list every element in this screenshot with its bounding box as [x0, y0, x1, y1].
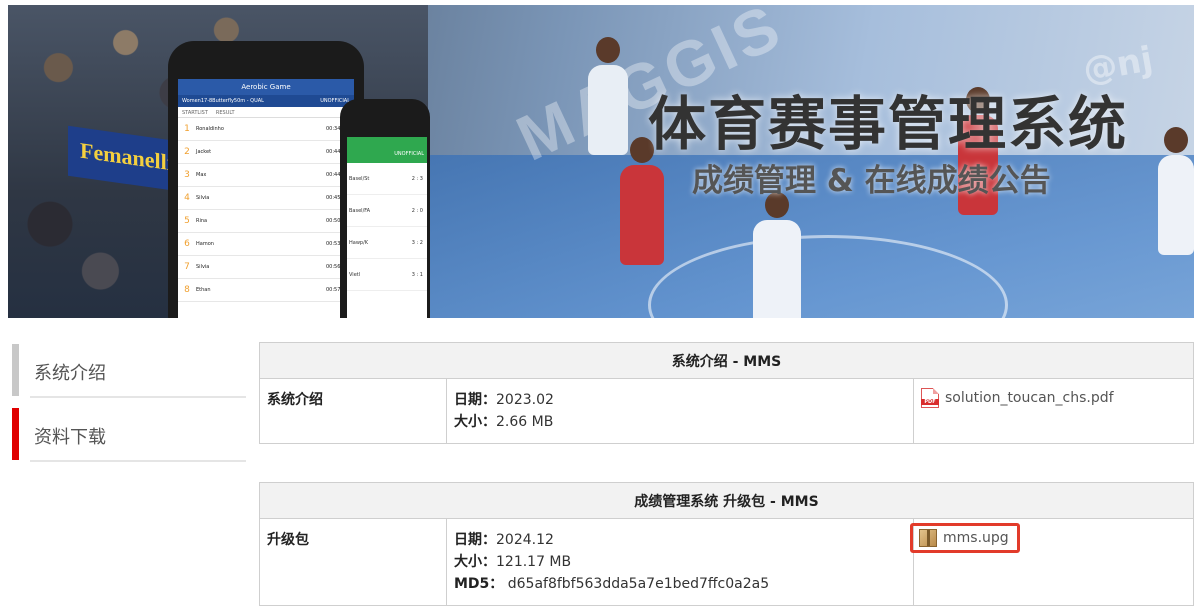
- sidebar-item-downloads[interactable]: 资料下载: [12, 408, 246, 462]
- sidebar-item-label: 系统介绍: [34, 363, 106, 384]
- app-score-list: Basel/St 2 : 3 Basel/FA 2 : 0 Hawp/K 3 : 2 Vie…: [347, 163, 427, 291]
- app-rank: 5: [184, 216, 190, 226]
- app-team-name: Vietl: [349, 271, 361, 278]
- app-athlete-name: Ethan: [196, 287, 211, 293]
- pdf-file-icon: [921, 388, 939, 408]
- file-cell: mms.upg: [910, 518, 1194, 606]
- app-rank: 6: [184, 239, 190, 249]
- hero-banner: MAGGIS @nj Femanelli Aerobic Game Women1…: [8, 5, 1194, 318]
- app-result-row: 7 Silvia 00:56.51: [178, 256, 354, 279]
- phone-screen: UNOFFICIAL Basel/St 2 : 3 Basel/FA 2 : 0 Haw…: [347, 137, 427, 318]
- app-score: 2 : 3: [411, 175, 423, 182]
- app-result-row: 6 Hamon 00:53.56: [178, 233, 354, 256]
- app-rank: 1: [184, 124, 190, 134]
- player-figure: [1158, 127, 1194, 255]
- app-rank: 8: [184, 285, 190, 295]
- app-rank: 4: [184, 193, 190, 203]
- app-result-row: 2 Jacket 00:44.10: [178, 141, 354, 164]
- date-label: 日期：: [454, 392, 496, 408]
- app-score-row: Hawp/K 3 : 2: [347, 227, 427, 259]
- app-result-row: 4 Silvia 00:45.60: [178, 187, 354, 210]
- app-team-name: Basel/St: [349, 175, 370, 182]
- app-score-row: Basel/St 2 : 3: [347, 163, 427, 195]
- sidebar-item-intro[interactable]: 系统介绍: [12, 344, 246, 398]
- app-event-bar: Women17-8Butterfly50m - QUAL UNOFFICIAL: [178, 95, 354, 107]
- table-row: 系统介绍 日期：2023.02 大小：2.66 MB solution_touc…: [259, 378, 1194, 444]
- app-result-row: 3 Max 00:44.98: [178, 164, 354, 187]
- date-label: 日期：: [454, 532, 496, 548]
- file-info: 日期：2023.02 大小：2.66 MB: [446, 378, 914, 444]
- row-label: 升级包: [259, 518, 447, 606]
- download-table-upgrade: 成绩管理系统 升级包 - MMS 升级包 日期：2024.12 大小：121.1…: [259, 482, 1194, 606]
- size-label: 大小：: [454, 554, 496, 570]
- app-athlete-name: Jacket: [196, 149, 212, 155]
- app-tab-result: RESULT: [215, 110, 235, 116]
- sidebar-item-label: 资料下载: [34, 427, 106, 448]
- size-label: 大小：: [454, 414, 496, 430]
- app-athlete-name: Silvia: [196, 264, 210, 270]
- date-value: 2023.02: [496, 392, 554, 408]
- file-info: 日期：2024.12 大小：121.17 MB MD5： d65af8fbf56…: [446, 518, 914, 606]
- file-cell: solution_toucan_chs.pdf: [913, 378, 1194, 444]
- phone-mockup-scores: UNOFFICIAL Basel/St 2 : 3 Basel/FA 2 : 0 Haw…: [340, 99, 430, 318]
- banner-title: 体育赛事管理系统: [648, 90, 1129, 158]
- app-score-row: Vietl 3 : 1: [347, 259, 427, 291]
- date-value: 2024.12: [496, 532, 554, 548]
- md5-value: d65af8fbf563dda5a7e1bed7ffc0a2a5: [507, 576, 770, 592]
- file-name: solution_toucan_chs.pdf: [945, 390, 1114, 406]
- app-score: 3 : 2: [411, 239, 423, 246]
- player-figure: [588, 37, 628, 155]
- size-value: 121.17 MB: [496, 554, 572, 570]
- app-score: 2 : 0: [411, 207, 423, 214]
- file-name: mms.upg: [943, 530, 1009, 546]
- app-score: 3 : 1: [411, 271, 423, 278]
- app-rank: 2: [184, 147, 190, 157]
- player-figure: [753, 192, 801, 318]
- divider: [30, 396, 246, 398]
- table-header: 成绩管理系统 升级包 - MMS: [259, 482, 1194, 519]
- table-header: 系统介绍 - MMS: [259, 342, 1194, 379]
- app-event-name: Women17-8Butterfly50m - QUAL: [182, 98, 264, 104]
- app-result-row: 5 Rina 00:50.60: [178, 210, 354, 233]
- app-athlete-name: Hamon: [196, 241, 214, 247]
- app-tabs: STARTLIST RESULT: [178, 107, 354, 118]
- app-score-row: Basel/FA 2 : 0: [347, 195, 427, 227]
- banner-subtitle: 成绩管理 & 在线成绩公告: [692, 163, 1051, 199]
- sidebar-indicator-active: [12, 408, 19, 460]
- app-athlete-name: Max: [196, 172, 207, 178]
- app-green-bar: UNOFFICIAL: [347, 137, 427, 163]
- app-athlete-name: Silvia: [196, 195, 210, 201]
- table-row: 升级包 日期：2024.12 大小：121.17 MB MD5： d65af8f…: [259, 518, 1194, 606]
- phone-screen: Aerobic Game Women17-8Butterfly50m - QUA…: [178, 79, 354, 318]
- app-result-row: 8 Ethan 00:57.86: [178, 279, 354, 302]
- package-file-icon: [919, 529, 937, 547]
- app-athlete-name: Ronaldinho: [196, 126, 224, 132]
- app-team-name: Hawp/K: [349, 239, 369, 246]
- player-figure: [620, 137, 664, 265]
- app-athlete-name: Rina: [196, 218, 208, 224]
- row-label: 系统介绍: [259, 378, 447, 444]
- app-rank: 3: [184, 170, 190, 180]
- app-tab-startlist: STARTLIST: [182, 110, 208, 116]
- sidebar-indicator: [12, 344, 19, 396]
- banner-brand-text: Femanelli: [80, 137, 173, 176]
- app-result-list: 1 Ronaldinho 00:34.23 2 Jacket 00:44.10 3 Max 00…: [178, 118, 354, 302]
- app-title-bar: Aerobic Game: [178, 79, 354, 95]
- divider: [30, 460, 246, 462]
- download-table-intro: 系统介绍 - MMS 系统介绍 日期：2023.02 大小：2.66 MB so…: [259, 342, 1194, 444]
- app-rank: 7: [184, 262, 190, 272]
- phone-mockup-results: Aerobic Game Women17-8Butterfly50m - QUA…: [168, 41, 364, 318]
- app-team-name: Basel/FA: [349, 207, 371, 214]
- size-value: 2.66 MB: [496, 414, 554, 430]
- download-link-pdf[interactable]: solution_toucan_chs.pdf: [921, 388, 1114, 408]
- app-result-row: 1 Ronaldinho 00:34.23: [178, 118, 354, 141]
- download-link-upg[interactable]: mms.upg: [910, 523, 1020, 553]
- md5-label: MD5：: [454, 576, 504, 592]
